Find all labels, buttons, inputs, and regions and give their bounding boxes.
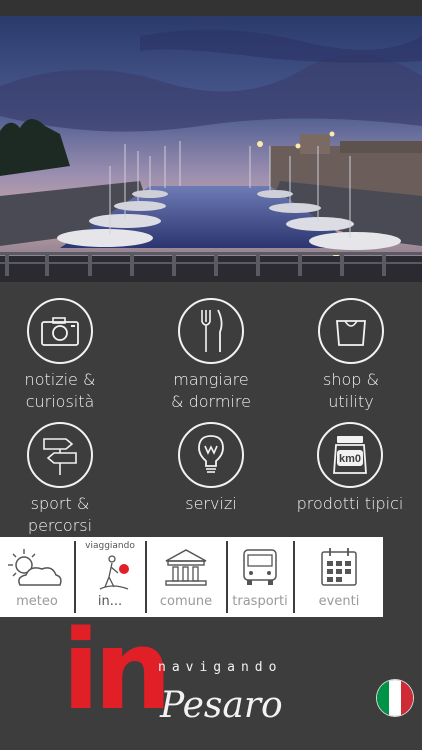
tile-mangiare[interactable]: mangiare & dormire (141, 298, 281, 413)
status-bar (0, 0, 422, 16)
fork-knife-icon (178, 298, 244, 364)
shopping-bag-icon (318, 298, 384, 364)
tile-label-line2: percorsi (27, 516, 93, 535)
quick-link-label: eventi (318, 594, 360, 609)
tile-label-line1: prodotti tipici (296, 494, 404, 513)
calendar-icon (321, 548, 357, 586)
signpost-icon (27, 422, 93, 488)
quick-link-trasporti[interactable]: trasporti (228, 537, 292, 617)
quick-link-sublabel: viaggiando (85, 541, 135, 551)
weather-icon (8, 549, 62, 586)
flag-white-stripe (389, 680, 401, 716)
jar-icon: km0 (317, 422, 383, 488)
tile-label-line1: servizi (185, 494, 237, 513)
quick-link-label: trasporti (232, 594, 288, 609)
traveler-icon (99, 555, 129, 590)
quick-link-meteo[interactable]: meteo (0, 537, 74, 617)
lightbulb-icon (178, 422, 244, 488)
tile-servizi[interactable]: servizi (141, 422, 281, 515)
tile-sport[interactable]: sport & percorsi (0, 422, 130, 537)
italian-flag-language-button[interactable] (377, 680, 413, 716)
tile-label-line2: & dormire (171, 392, 251, 411)
logo-tagline: navigando (158, 660, 283, 675)
hero-photo-harbor (0, 16, 422, 282)
bus-icon (243, 549, 277, 585)
tile-notizie[interactable]: notizie & curiosità (0, 298, 130, 413)
tile-label-line1: sport & (30, 494, 90, 513)
camera-icon (27, 298, 93, 364)
town-hall-icon (165, 549, 207, 586)
tile-shop[interactable]: shop & utility (281, 298, 421, 413)
quick-links-strip: meteo viaggiando in... comune trasporti … (0, 537, 383, 617)
brand-logo: in navigando Pesaro (0, 610, 422, 750)
logo-city: Pesaro (160, 685, 283, 726)
quick-link-comune[interactable]: comune (147, 537, 225, 617)
tile-label-line2: utility (328, 392, 374, 411)
quick-link-eventi[interactable]: eventi (295, 537, 383, 617)
logo-in: in (62, 606, 172, 734)
tile-label-line1: mangiare (173, 370, 249, 389)
quick-link-viaggiando[interactable]: viaggiando in... (76, 537, 144, 617)
tile-label-line1: shop & (323, 370, 379, 389)
tile-label-line1: notizie & (24, 370, 96, 389)
main-menu-grid: notizie & curiosità mangiare & dormire s… (0, 290, 422, 535)
tile-prodotti[interactable]: km0 prodotti tipici (280, 422, 420, 515)
tile-label-line2: curiosità (25, 392, 95, 411)
km0-text: km0 (339, 453, 361, 465)
